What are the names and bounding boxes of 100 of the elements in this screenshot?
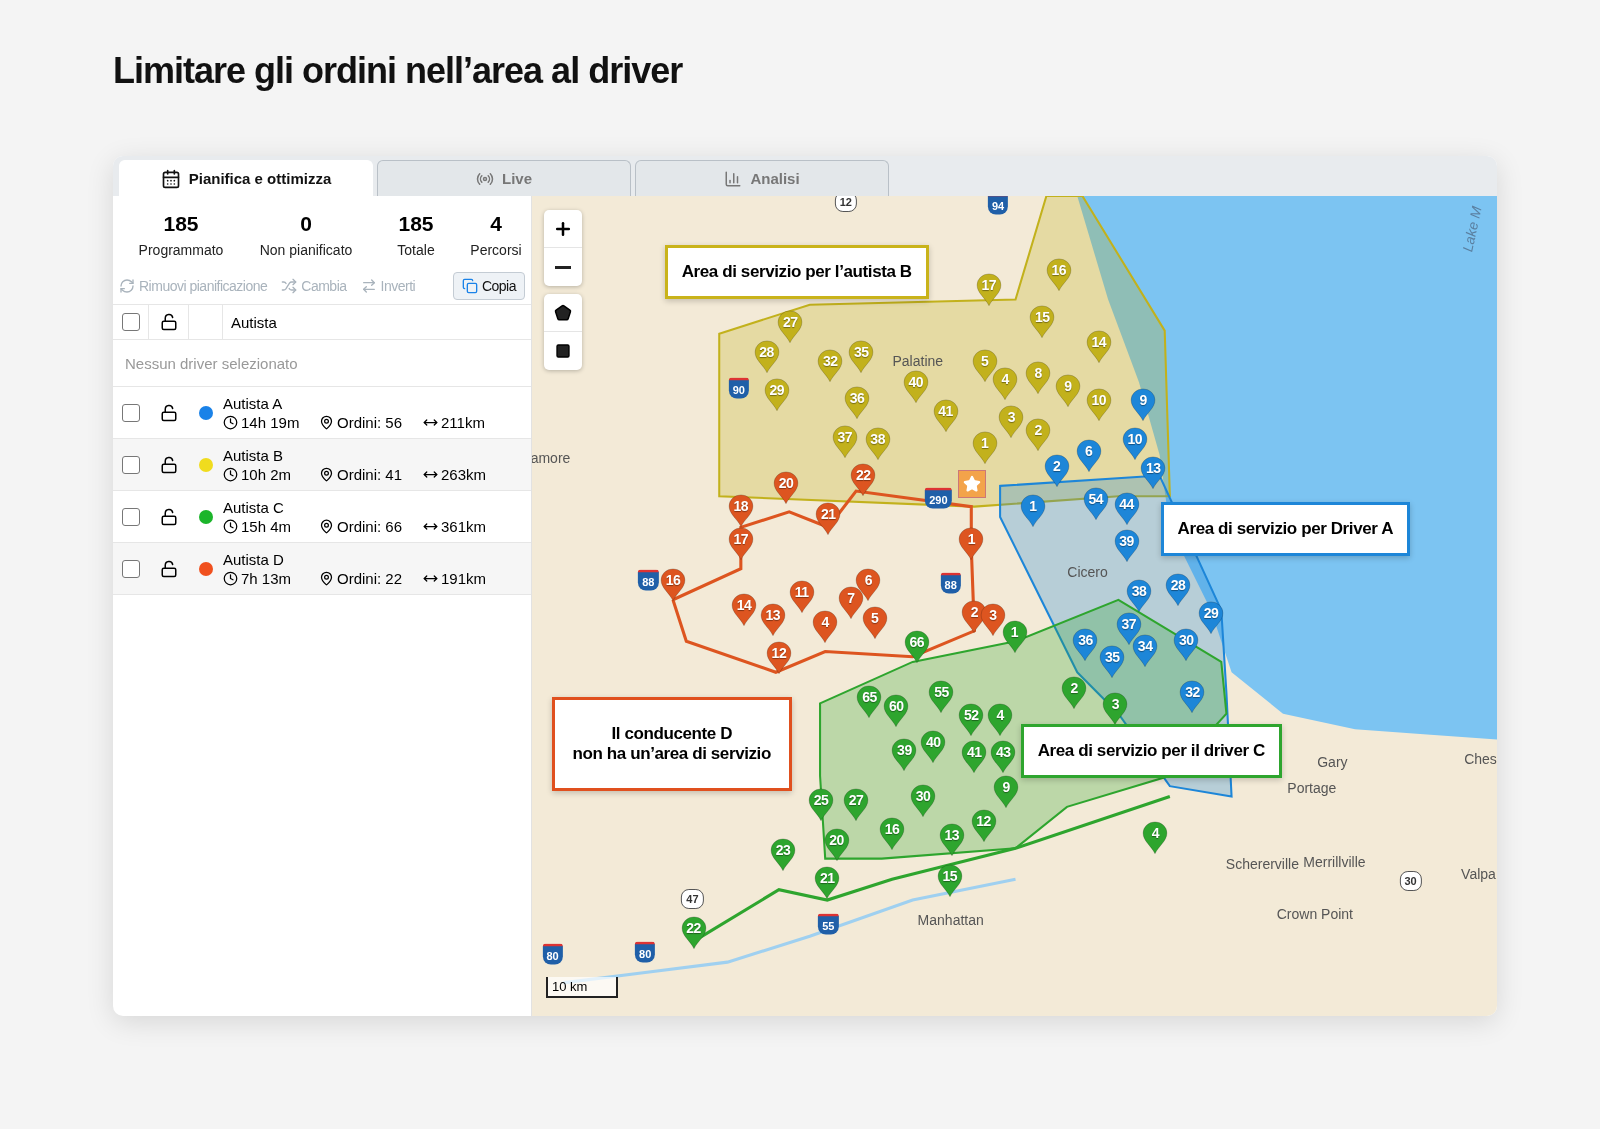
map-pin[interactable]: 12	[970, 808, 998, 843]
map-pin[interactable]: 36	[843, 385, 871, 420]
map-pin[interactable]: 15	[936, 863, 964, 898]
map-pin[interactable]: 18	[727, 493, 755, 527]
map-pin[interactable]: 14	[1085, 329, 1113, 364]
map-pin[interactable]: 60	[882, 693, 910, 728]
map-pin[interactable]: 1	[957, 526, 985, 561]
driver-row[interactable]: Autista B 10h 2m Ordini: 41 263km	[113, 439, 531, 491]
map[interactable]	[532, 196, 1497, 1016]
map-pin[interactable]: 34	[1131, 633, 1159, 668]
map-pin[interactable]: 27	[776, 309, 804, 344]
map-pin[interactable]: 29	[1197, 600, 1225, 635]
map-pin[interactable]: 29	[763, 377, 791, 412]
map-pin[interactable]: 35	[1098, 644, 1126, 679]
map-pin[interactable]: 65	[855, 684, 883, 719]
map-pin[interactable]: 23	[769, 837, 797, 872]
map-pin[interactable]: 21	[814, 501, 842, 536]
map-pin[interactable]: 16	[659, 567, 687, 602]
map-pin[interactable]: 21	[813, 865, 841, 900]
driver-row[interactable]: Autista D 7h 13m Ordini: 22 191km	[113, 543, 531, 595]
map-pin[interactable]: 44	[1113, 490, 1141, 525]
map-pin[interactable]: 41	[960, 739, 988, 774]
map-pin[interactable]: 7	[837, 585, 865, 620]
map-pin[interactable]: 39	[1113, 528, 1141, 563]
map-pin[interactable]: 32	[1178, 679, 1206, 714]
map-pin[interactable]: 9	[1054, 372, 1082, 407]
map-pin[interactable]: 39	[890, 737, 918, 772]
map-pin[interactable]: 40	[919, 729, 947, 764]
scale-bar: 10 km	[546, 977, 618, 998]
map-pin[interactable]: 4	[991, 366, 1019, 401]
checkbox[interactable]	[121, 313, 140, 331]
driver-row[interactable]: Autista A 14h 19m Ordini: 56 211km	[113, 387, 531, 439]
map-pin[interactable]: 22	[680, 915, 707, 950]
map-pin[interactable]: 2	[1060, 675, 1088, 710]
map-pin[interactable]: 5	[861, 605, 889, 640]
map-pin[interactable]: 41	[932, 398, 960, 433]
map-pin[interactable]: 9	[992, 774, 1020, 809]
map-pin[interactable]: 66	[903, 629, 931, 664]
map-pin[interactable]: 12	[765, 640, 793, 675]
map-pin[interactable]: 8	[1024, 360, 1052, 395]
checkbox[interactable]	[122, 403, 140, 422]
map-pin[interactable]: 20	[772, 470, 800, 505]
map-pin[interactable]: 2	[1043, 453, 1071, 488]
map-pin[interactable]: 16	[878, 816, 906, 851]
checkbox[interactable]	[122, 507, 140, 526]
map-pin[interactable]: 3	[997, 403, 1025, 438]
map-pin[interactable]: 5	[971, 348, 999, 383]
map-pin[interactable]: 25	[807, 787, 835, 822]
map-pin[interactable]: 28	[1164, 572, 1192, 607]
map-pin[interactable]: 3	[1101, 691, 1129, 726]
square-icon	[555, 343, 571, 359]
map-pin[interactable]: 11	[788, 578, 816, 613]
driver-row[interactable]: Autista C 15h 4m Ordini: 66 361km	[113, 491, 531, 543]
checkbox[interactable]	[122, 559, 140, 578]
map-pin[interactable]: 16	[1045, 256, 1073, 291]
map-pin[interactable]: 17	[975, 272, 1003, 307]
tab[interactable]: Pianifica e ottimizza	[119, 160, 373, 196]
map-pin[interactable]: 4	[1141, 820, 1169, 855]
map-pin[interactable]: 32	[816, 348, 844, 383]
map-pin[interactable]: 30	[909, 782, 937, 817]
map-pin[interactable]: 28	[753, 339, 781, 374]
stat-label: Non pianificato	[259, 242, 353, 258]
map-pin[interactable]: 22	[849, 461, 877, 496]
map-pin[interactable]: 9	[1129, 387, 1157, 422]
map-pin[interactable]: 40	[902, 369, 930, 404]
tab[interactable]: Analisi	[635, 160, 889, 196]
map-pin[interactable]: 20	[823, 827, 850, 862]
copy-icon	[461, 278, 478, 294]
map-pin[interactable]: 10	[1121, 426, 1149, 461]
map-pin[interactable]: 14	[730, 592, 758, 627]
place-label: Portage	[1287, 780, 1337, 797]
map-pin[interactable]: 15	[1028, 304, 1056, 339]
map-pin[interactable]: 43	[989, 739, 1017, 774]
map-pin[interactable]: 35	[847, 339, 875, 374]
map-pin[interactable]: 13	[938, 822, 966, 857]
map-pin[interactable]: 4	[986, 702, 1014, 737]
map-pin[interactable]: 3	[979, 602, 1007, 637]
map-pin[interactable]: 4	[811, 608, 839, 643]
map-pin[interactable]: 30	[1172, 627, 1200, 662]
map-pin[interactable]: 38	[864, 426, 892, 461]
map-pin[interactable]: 52	[957, 702, 985, 737]
map-pin[interactable]: 55	[927, 679, 955, 714]
map-pin[interactable]: 10	[1085, 387, 1113, 422]
map-pin[interactable]: 2	[1024, 417, 1052, 452]
map-pin[interactable]: 13	[759, 602, 787, 637]
road-shield: 90	[728, 377, 749, 399]
map-pin[interactable]: 37	[831, 424, 859, 459]
map-pin[interactable]: 36	[1072, 627, 1099, 662]
tab[interactable]: Live	[377, 160, 631, 196]
map-pin[interactable]: 54	[1082, 486, 1110, 521]
map-pin[interactable]: 27	[842, 787, 870, 822]
map-pin[interactable]: 13	[1139, 455, 1167, 490]
action-button[interactable]: Copia	[452, 272, 525, 300]
map-pin[interactable]: 1	[1001, 619, 1028, 654]
checkbox[interactable]	[122, 455, 140, 474]
map-pin[interactable]: 17	[727, 526, 755, 561]
map-pin[interactable]: 1	[1019, 493, 1047, 527]
map-pin[interactable]: 1	[971, 430, 999, 465]
map-pin[interactable]: 38	[1125, 577, 1153, 612]
map-pin[interactable]: 6	[1075, 438, 1103, 473]
